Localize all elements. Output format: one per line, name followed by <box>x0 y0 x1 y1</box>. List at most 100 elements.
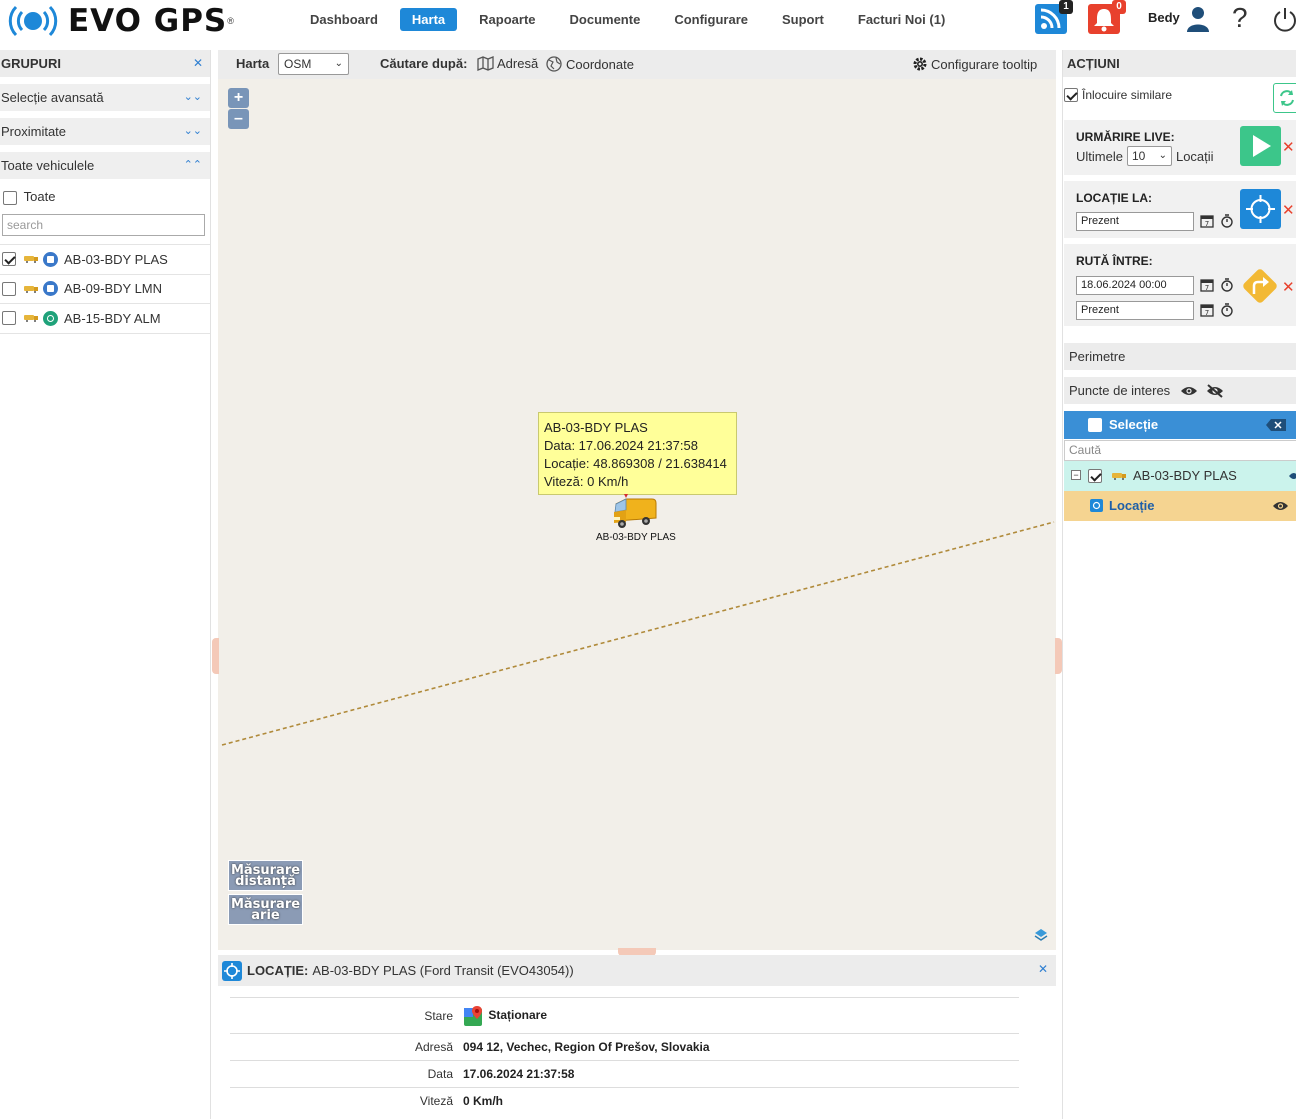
nav-facturi-noi[interactable]: Facturi Noi (1) <box>846 8 957 31</box>
map-area[interactable]: Harta OSM ⌄ Căutare după: Adresă Coordon… <box>212 50 1062 956</box>
replace-similar-row[interactable]: Înlocuire similare <box>1064 88 1172 102</box>
alerts-badge: 0 <box>1112 0 1126 14</box>
vehicle-checkbox[interactable] <box>2 311 16 326</box>
user-icon[interactable] <box>1186 6 1210 32</box>
eye-icon[interactable] <box>1289 471 1296 481</box>
map-layer-label: Harta <box>236 56 270 71</box>
zoom-out-button[interactable]: – <box>228 109 249 129</box>
select-all-checkbox[interactable] <box>3 190 17 205</box>
tree-vehicle-name: AB-03-BDY PLAS <box>1133 468 1237 483</box>
perimeters-section[interactable]: Perimetre <box>1064 343 1296 370</box>
clear-live-x-icon[interactable]: ✕ <box>1282 138 1295 156</box>
collapse-left-handle[interactable] <box>212 638 219 674</box>
collapse-tree-icon[interactable]: − <box>1071 470 1081 480</box>
nav-harta[interactable]: Harta <box>399 8 458 31</box>
calendar-icon[interactable]: 7 <box>1200 214 1214 228</box>
location-at-input[interactable]: Prezent <box>1076 212 1194 231</box>
rss-feed-button[interactable]: 1 <box>1035 0 1073 34</box>
refresh-button[interactable] <box>1273 83 1296 113</box>
calendar-icon[interactable]: 7 <box>1200 303 1214 317</box>
tree-location-row[interactable]: Locație <box>1064 491 1296 521</box>
nav-configurare[interactable]: Configurare <box>662 8 760 31</box>
route-from-input[interactable]: 18.06.2024 00:00 <box>1076 276 1194 295</box>
clear-location-x-icon[interactable]: ✕ <box>1282 201 1295 219</box>
select-all-label: Toate <box>23 189 56 204</box>
row-value: Staționare <box>463 997 1019 1034</box>
measure-distance-button[interactable]: Măsurare distanță <box>228 860 303 891</box>
nav-rapoarte[interactable]: Rapoarte <box>467 8 547 31</box>
tooltip-speed: Viteză: 0 Km/h <box>544 474 629 489</box>
collapse-right-handle[interactable] <box>1055 638 1062 674</box>
power-icon[interactable] <box>1272 6 1296 34</box>
selection-bar[interactable]: Selecție <box>1064 411 1296 439</box>
section-proximity[interactable]: Proximitate ⌄⌄ <box>0 118 210 145</box>
nav-dashboard[interactable]: Dashboard <box>298 8 390 31</box>
coordinates-link-label: Coordonate <box>566 56 634 72</box>
tooltip-config-button[interactable]: Configurare tooltip <box>912 56 1037 72</box>
alerts-button[interactable]: 0 <box>1088 0 1126 34</box>
section-advanced-selection[interactable]: Selecție avansată ⌄⌄ <box>0 84 210 111</box>
nav-suport[interactable]: Suport <box>770 8 836 31</box>
brand-logo[interactable]: EVO GPS ® <box>6 2 234 40</box>
signal-logo-icon <box>6 3 60 39</box>
vehicle-row[interactable]: AB-03-BDY PLAS <box>0 245 210 275</box>
location-title-label: LOCAȚIE: <box>247 963 309 978</box>
close-icon[interactable]: ✕ <box>193 50 203 77</box>
vehicle-search-input[interactable] <box>2 214 205 236</box>
start-live-tracking-button[interactable] <box>1240 126 1281 166</box>
clear-route-x-icon[interactable]: ✕ <box>1282 278 1295 296</box>
map-toolbar: Harta OSM ⌄ Căutare după: Adresă Coordon… <box>218 50 1056 79</box>
route-between-title: RUTĂ ÎNTRE: <box>1076 254 1153 268</box>
show-route-button[interactable] <box>1238 264 1282 308</box>
chevron-down-icon: ⌄ <box>1158 150 1167 161</box>
poi-section[interactable]: Puncte de interes <box>1064 377 1296 404</box>
replace-similar-checkbox[interactable] <box>1064 88 1078 102</box>
tree-search-input[interactable]: Caută <box>1064 440 1296 461</box>
brand-name: EVO GPS <box>68 3 228 39</box>
double-chevron-down-icon[interactable]: ⌄⌄ <box>184 84 202 111</box>
layers-icon[interactable] <box>1034 928 1048 942</box>
map-layer-select[interactable]: OSM ⌄ <box>278 53 349 75</box>
selection-checkbox[interactable] <box>1088 418 1102 432</box>
crosshair-icon <box>1246 195 1275 223</box>
stopwatch-icon[interactable] <box>1220 214 1234 228</box>
user-name[interactable]: Bedy <box>1148 10 1180 25</box>
table-row: Viteză 0 Km/h <box>230 1087 1019 1115</box>
clear-selection-icon[interactable] <box>1266 419 1286 431</box>
eye-slash-icon[interactable] <box>1206 383 1224 398</box>
help-icon[interactable]: ? <box>1232 2 1248 34</box>
tree-vehicle-row[interactable]: − AB-03-BDY PLAS <box>1064 461 1296 491</box>
locations-count-select[interactable]: 10 ⌄ <box>1126 146 1172 166</box>
close-icon[interactable]: ✕ <box>1038 962 1048 976</box>
search-by-address[interactable]: Adresă <box>477 56 538 71</box>
vehicle-checkbox[interactable] <box>2 252 16 267</box>
eye-icon[interactable] <box>1272 500 1289 512</box>
zoom-in-button[interactable]: + <box>228 88 249 108</box>
tooltip-config-label: Configurare tooltip <box>931 56 1038 72</box>
vehicle-marker-van-icon[interactable] <box>612 494 658 530</box>
section-all-vehicles[interactable]: Toate vehiculele ⌃⌃ <box>0 152 210 179</box>
stopwatch-icon[interactable] <box>1220 278 1234 292</box>
vehicle-name: AB-03-BDY PLAS <box>64 251 168 267</box>
svg-text:7: 7 <box>1205 284 1209 292</box>
stopwatch-icon[interactable] <box>1220 303 1234 317</box>
nav-documente[interactable]: Documente <box>558 8 653 31</box>
locate-at-button[interactable] <box>1240 189 1281 229</box>
tree-vehicle-checkbox[interactable] <box>1088 469 1102 483</box>
route-to-input[interactable]: Prezent <box>1076 301 1194 320</box>
double-chevron-down-icon[interactable]: ⌄⌄ <box>184 118 202 145</box>
table-row: Stare Staționare <box>230 997 1019 1034</box>
search-by-coordinates[interactable]: Coordonate <box>546 56 634 72</box>
vehicle-checkbox[interactable] <box>2 281 16 296</box>
eye-icon[interactable] <box>1180 385 1198 397</box>
crosshair-icon <box>222 960 242 981</box>
location-panel-header: LOCAȚIE: AB-03-BDY PLAS (Ford Transit (E… <box>218 955 1056 986</box>
select-all-row[interactable]: Toate <box>0 182 210 212</box>
calendar-icon[interactable]: 7 <box>1200 278 1214 292</box>
vehicle-row[interactable]: AB-09-BDY LMN <box>0 275 210 304</box>
measure-area-button[interactable]: Măsurare arie <box>228 894 303 925</box>
double-chevron-up-icon[interactable]: ⌃⌃ <box>184 152 202 179</box>
groups-panel-header: GRUPURI ✕ <box>0 50 210 77</box>
vehicle-row[interactable]: AB-15-BDY ALM <box>0 304 210 334</box>
row-value: 17.06.2024 21:37:58 <box>463 1060 1019 1088</box>
